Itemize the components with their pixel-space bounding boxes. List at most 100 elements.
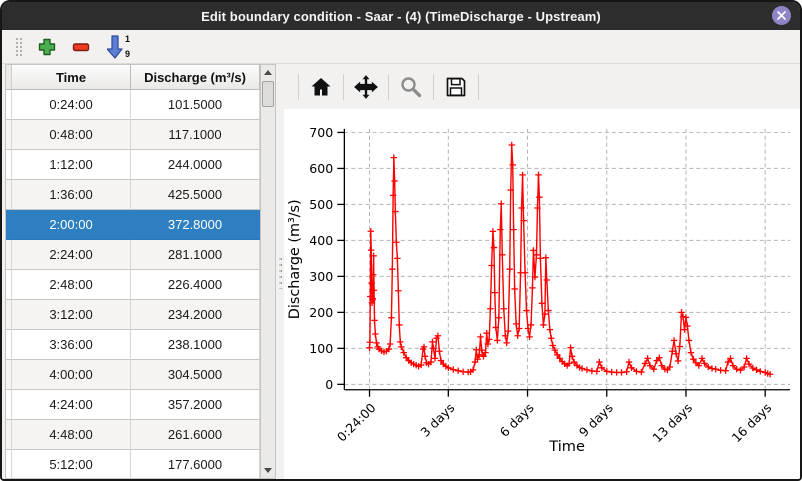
y-tick-label: 200 [309,305,333,320]
table-header-row: Time Discharge (m³/s) [6,65,260,90]
x-tick-label: 6 days [497,400,537,440]
discharge-cell[interactable]: 261.6000 [131,420,260,450]
table-scrollbar[interactable] [260,64,276,479]
save-floppy-icon [444,75,468,99]
table-row[interactable]: 3:36:00238.1000 [6,330,260,360]
table-body: 0:24:00101.50000:48:00117.10001:12:00244… [6,90,260,478]
chart-panel: 01002003004005006007000:24:003 days6 day… [284,64,800,479]
discharge-time-chart[interactable]: 01002003004005006007000:24:003 days6 day… [284,109,800,479]
triangle-down-icon [264,468,272,473]
y-tick-label: 100 [309,341,333,356]
add-row-button[interactable] [30,33,64,61]
discharge-cell[interactable]: 101.5000 [131,90,260,120]
minus-icon [71,37,91,57]
time-series-table: Time Discharge (m³/s) 0:24:00101.50000:4… [5,64,260,479]
discharge-series-markers [366,142,773,378]
time-cell[interactable]: 5:12:00 [12,450,131,478]
toolbar-separator [433,74,434,100]
time-cell[interactable]: 2:24:00 [12,240,131,270]
pan-move-icon [353,74,379,100]
table-row[interactable]: 2:00:00372.8000 [6,210,260,240]
table-row[interactable]: 2:48:00226.4000 [6,270,260,300]
table-row[interactable]: 0:24:00101.5000 [6,90,260,120]
plus-icon [37,37,57,57]
panel-splitter[interactable] [276,64,284,479]
window-title: Edit boundary condition - Saar - (4) (Ti… [201,9,601,24]
time-cell[interactable]: 0:48:00 [12,120,131,150]
table-row[interactable]: 4:00:00304.5000 [6,360,260,390]
time-cell[interactable]: 0:24:00 [12,90,131,120]
column-header-time[interactable]: Time [12,65,131,89]
table-row[interactable]: 4:48:00261.6000 [6,420,260,450]
discharge-series-line [369,145,770,374]
pan-button[interactable] [350,71,382,103]
magnifier-icon [399,75,423,99]
y-tick-label: 300 [309,269,333,284]
time-cell[interactable]: 4:24:00 [12,390,131,420]
time-cell[interactable]: 1:36:00 [12,180,131,210]
toolbar-separator [478,74,479,100]
save-figure-button[interactable] [440,71,472,103]
scrollbar-track[interactable] [261,80,275,463]
discharge-cell[interactable]: 372.8000 [131,210,260,240]
discharge-cell[interactable]: 281.1000 [131,240,260,270]
sort-digits: 1 9 [125,34,130,60]
discharge-cell[interactable]: 117.1000 [131,120,260,150]
delete-row-button[interactable] [64,33,98,61]
discharge-cell[interactable]: 425.5000 [131,180,260,210]
discharge-cell[interactable]: 226.4000 [131,270,260,300]
window-titlebar[interactable]: Edit boundary condition - Saar - (4) (Ti… [2,2,800,30]
x-tick-label: 3 days [417,400,457,440]
splitter-grip-icon [279,255,282,289]
triangle-up-icon [264,70,272,75]
discharge-cell[interactable]: 244.0000 [131,150,260,180]
time-cell[interactable]: 1:12:00 [12,150,131,180]
table-row[interactable]: 2:24:00281.1000 [6,240,260,270]
close-icon [777,11,786,20]
dialog-content: Time Discharge (m³/s) 0:24:00101.50000:4… [2,64,800,479]
toolbar-separator [343,74,344,100]
discharge-cell[interactable]: 177.6000 [131,450,260,478]
chart-toolbar [284,64,800,109]
edit-boundary-condition-dialog: Edit boundary condition - Saar - (4) (Ti… [0,0,802,481]
chart-figure: 01002003004005006007000:24:003 days6 day… [284,109,800,479]
table-row[interactable]: 4:24:00357.2000 [6,390,260,420]
sort-digit-top: 1 [125,35,130,44]
table-row[interactable]: 0:48:00117.1000 [6,120,260,150]
x-tick-label: 13 days [649,400,695,445]
table-row[interactable]: 1:12:00244.0000 [6,150,260,180]
x-axis-label: Time [548,439,585,455]
time-cell[interactable]: 3:12:00 [12,300,131,330]
home-view-button[interactable] [305,71,337,103]
y-tick-label: 700 [309,125,333,140]
scroll-up-button[interactable] [261,65,275,80]
table-row[interactable]: 3:12:00234.2000 [6,300,260,330]
column-header-discharge[interactable]: Discharge (m³/s) [131,65,260,89]
discharge-cell[interactable]: 238.1000 [131,330,260,360]
time-cell[interactable]: 3:36:00 [12,330,131,360]
sort-digit-bottom: 9 [125,50,130,59]
scrollbar-thumb[interactable] [262,81,274,107]
sort-ascending-button[interactable]: 1 9 [98,33,132,61]
time-cell[interactable]: 2:48:00 [12,270,131,300]
y-tick-label: 400 [309,233,333,248]
time-cell[interactable]: 4:00:00 [12,360,131,390]
x-tick-label: 0:24:00 [334,400,379,444]
toolbar-separator [298,74,299,100]
time-cell[interactable]: 2:00:00 [12,210,131,240]
time-cell[interactable]: 4:48:00 [12,420,131,450]
discharge-cell[interactable]: 304.5000 [131,360,260,390]
zoom-rect-button[interactable] [395,71,427,103]
toolbar-grip-handle[interactable] [14,36,22,58]
close-button[interactable] [772,6,791,25]
y-tick-label: 600 [309,161,333,176]
discharge-cell[interactable]: 234.2000 [131,300,260,330]
table-toolbar: 1 9 [2,30,800,64]
table-row[interactable]: 1:36:00425.5000 [6,180,260,210]
x-tick-label: 16 days [729,400,775,445]
discharge-cell[interactable]: 357.2000 [131,390,260,420]
table-row[interactable]: 5:12:00177.6000 [6,450,260,478]
y-axis-label: Discharge (m³/s) [287,199,303,319]
home-icon [309,75,333,99]
scroll-down-button[interactable] [261,463,275,478]
